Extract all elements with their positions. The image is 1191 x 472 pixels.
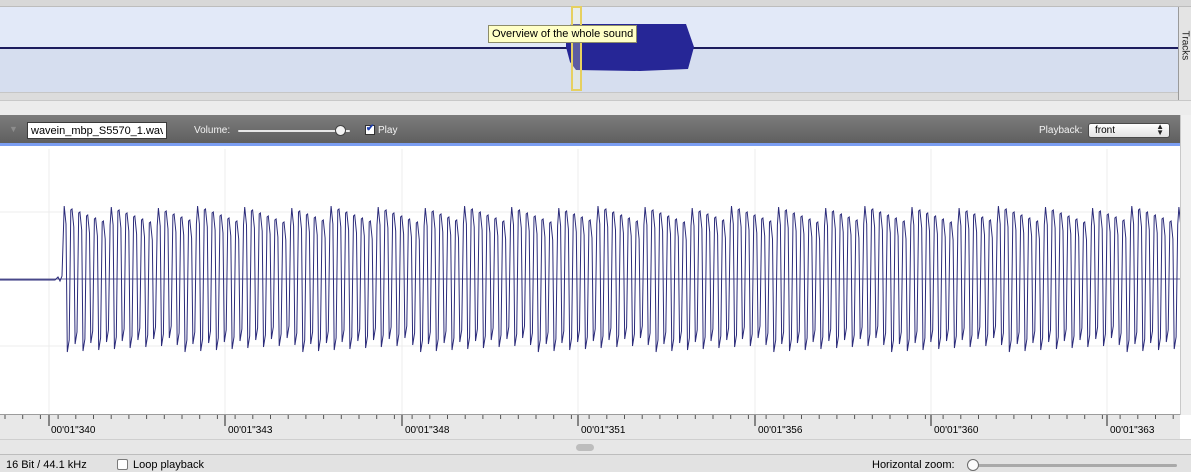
sound-overview[interactable]: Overview of the whole sound Tracks: [0, 0, 1191, 100]
volume-slider-knob[interactable]: [335, 125, 346, 136]
ruler-label: 00'01"360: [934, 425, 979, 436]
status-bar: 16 Bit / 44.1 kHz Loop playback Horizont…: [0, 454, 1191, 472]
ruler-label: 00'01"343: [228, 425, 273, 436]
track-toolbar: ▼ Volume: ✔ Play Playback: front ▲▼: [0, 115, 1180, 146]
ruler-label: 00'01"363: [1110, 425, 1155, 436]
overview-top-border: [0, 0, 1191, 7]
overview-lanes[interactable]: [0, 7, 1178, 92]
time-ruler: 00'01"340 00'01"343 00'01"348 00'01"351 …: [0, 414, 1180, 439]
overview-bottom-border: [0, 92, 1178, 100]
ruler-label: 00'01"351: [581, 425, 626, 436]
ruler-label: 00'01"340: [51, 425, 96, 436]
audio-format-info: 16 Bit / 44.1 kHz: [6, 459, 87, 471]
loop-playback-checkbox[interactable]: [117, 459, 128, 470]
tracks-tab[interactable]: Tracks: [1178, 7, 1191, 100]
waveform-plot: [0, 149, 1180, 414]
playback-select[interactable]: front ▲ ▼: [1088, 123, 1170, 138]
ruler-label: 00'01"356: [758, 425, 803, 436]
horizontal-zoom-slider[interactable]: [967, 459, 1181, 471]
horizontal-zoom-label: Horizontal zoom:: [872, 459, 955, 471]
overview-visible-range-handle[interactable]: [571, 6, 582, 91]
play-label: Play: [378, 125, 398, 136]
disclosure-triangle-icon[interactable]: ▼: [9, 124, 18, 134]
overview-waveform: [566, 24, 694, 71]
waveform-right-gutter: [1180, 115, 1191, 415]
volume-slider[interactable]: [238, 125, 353, 137]
waveform-view[interactable]: [0, 149, 1180, 414]
tracks-tab-label: Tracks: [1179, 30, 1191, 61]
up-down-arrows-icon: ▲ ▼: [1156, 122, 1164, 137]
play-checkbox[interactable]: ✔: [365, 123, 375, 135]
checkmark-icon: ✔: [366, 123, 375, 134]
volume-label: Volume:: [194, 125, 231, 136]
loop-playback-label: Loop playback: [133, 459, 204, 471]
horizontal-scrollbar[interactable]: [0, 439, 1191, 454]
playback-select-value: front: [1095, 125, 1116, 136]
zoom-slider-knob[interactable]: [967, 459, 979, 471]
track-name-input[interactable]: [27, 122, 167, 139]
ruler-label: 00'01"348: [405, 425, 450, 436]
panel-divider: [0, 100, 1191, 115]
zoom-slider-track: [971, 464, 1177, 467]
overview-tooltip: Overview of the whole sound: [488, 25, 638, 43]
playback-label: Playback:: [1039, 125, 1083, 136]
volume-slider-track: [238, 130, 350, 132]
scrollbar-thumb[interactable]: [576, 444, 594, 451]
